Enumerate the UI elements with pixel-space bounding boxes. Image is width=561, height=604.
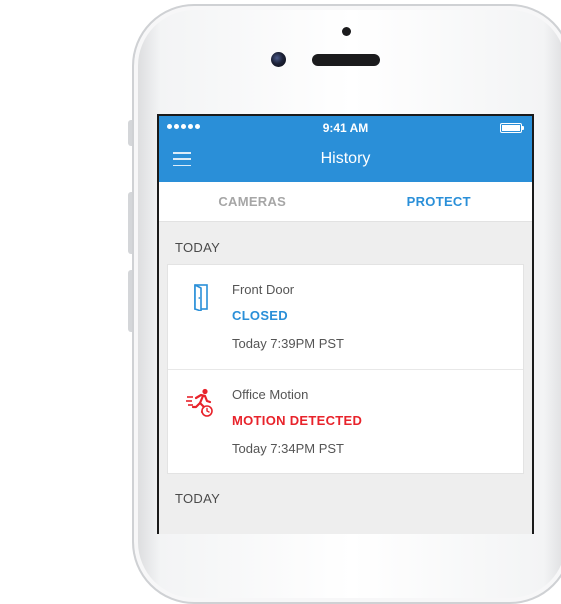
app-header: 9:41 AM History <box>159 116 532 182</box>
entry-device-name: Front Door <box>232 282 295 297</box>
entry-state: MOTION DETECTED <box>232 413 363 428</box>
history-entry-front-door[interactable]: Front Door CLOSED Today 7:39PM PST <box>168 265 523 369</box>
nav-bar: History <box>159 140 532 182</box>
history-card: Front Door CLOSED Today 7:39PM PST Offic… <box>167 264 524 474</box>
running-person-motion-icon <box>186 388 213 417</box>
section-heading-today: TODAY <box>175 491 221 506</box>
battery-icon <box>500 123 524 133</box>
status-bar: 9:41 AM <box>159 116 532 140</box>
tab-cameras[interactable]: CAMERAS <box>159 182 346 221</box>
status-time: 9:41 AM <box>322 121 369 135</box>
history-entry-office-motion[interactable]: Office Motion MOTION DETECTED Today 7:34… <box>168 369 523 473</box>
section-heading-today: TODAY <box>175 240 221 255</box>
entry-timestamp: Today 7:34PM PST <box>232 441 344 456</box>
door-icon <box>194 284 208 311</box>
phone-screen: 9:41 AM History CAMERAS PROTECT TODAY Fr… <box>157 114 534 534</box>
front-camera <box>271 52 286 67</box>
entry-timestamp: Today 7:39PM PST <box>232 336 344 351</box>
page-title: History <box>320 150 371 167</box>
entry-state: CLOSED <box>232 308 288 323</box>
earpiece-speaker <box>312 54 380 66</box>
proximity-sensor <box>342 27 351 36</box>
tab-bar: CAMERAS PROTECT <box>159 182 532 222</box>
entry-device-name: Office Motion <box>232 387 309 402</box>
tab-protect[interactable]: PROTECT <box>346 182 533 221</box>
